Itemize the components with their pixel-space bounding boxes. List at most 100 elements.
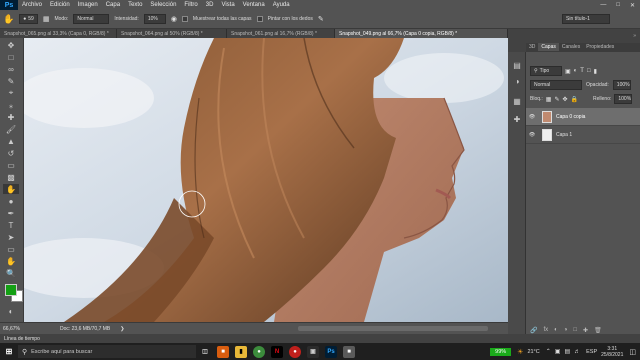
- menu-3d[interactable]: 3D: [202, 2, 218, 8]
- smudge-tool-icon[interactable]: ✋: [3, 14, 14, 25]
- shape-tool-icon[interactable]: ▭: [3, 244, 19, 254]
- link-layers-icon[interactable]: 🔗: [530, 327, 537, 334]
- tools-preset-icon[interactable]: ✚: [509, 114, 525, 124]
- task-view-icon[interactable]: ◫: [199, 346, 211, 358]
- menu-seleccion[interactable]: Selección: [146, 2, 180, 8]
- horizontal-scrollbar[interactable]: [298, 326, 488, 331]
- menu-edicion[interactable]: Edición: [46, 2, 74, 8]
- quick-selection-tool-icon[interactable]: ✎: [3, 76, 19, 86]
- mode-select[interactable]: Normal: [73, 14, 110, 24]
- notifications-icon[interactable]: ◫: [629, 348, 636, 356]
- adjustments-panel-icon[interactable]: ◑: [509, 76, 525, 86]
- camera-icon[interactable]: ▣: [555, 348, 561, 355]
- brush-panel-icon[interactable]: ▦: [43, 15, 50, 23]
- lasso-tool-icon[interactable]: ∞: [3, 64, 19, 74]
- filter-smart-icon[interactable]: ▮: [594, 68, 597, 75]
- intensity-field[interactable]: 10%: [143, 14, 166, 24]
- temperature[interactable]: 21°C: [527, 349, 539, 355]
- chevron-up-icon[interactable]: ⌃: [546, 348, 551, 355]
- smudge-tool-icon[interactable]: ✋: [3, 184, 19, 194]
- layer-row-capa0-copia[interactable]: 👁 Capa 0 copia: [526, 108, 640, 126]
- fx-icon[interactable]: fx: [543, 327, 548, 334]
- tab-canales[interactable]: Canales: [559, 43, 583, 51]
- maximize-icon[interactable]: □: [611, 2, 625, 8]
- network-icon[interactable]: ▤: [564, 348, 570, 355]
- tab-3d[interactable]: 3D: [526, 43, 538, 51]
- eye-icon[interactable]: 👁: [526, 114, 538, 120]
- new-layer-icon[interactable]: ✚: [583, 327, 588, 334]
- blend-mode-select[interactable]: Normal: [530, 80, 582, 90]
- filter-adjust-icon[interactable]: ◐: [574, 68, 578, 74]
- hand-tool-icon[interactable]: ✋: [3, 256, 19, 266]
- group-icon[interactable]: □: [573, 327, 577, 334]
- crop-tool-icon[interactable]: ⌖: [3, 88, 19, 98]
- history-brush-tool-icon[interactable]: ↺: [3, 148, 19, 158]
- menu-archivo[interactable]: Archivo: [18, 2, 46, 8]
- tab-snapshot-064[interactable]: Snapshot_064.png al 50% (RGB/8) *: [117, 29, 227, 38]
- lock-transparency-icon[interactable]: ▦: [546, 96, 552, 103]
- photoshop-taskbar-icon[interactable]: Ps: [325, 345, 337, 358]
- close-icon[interactable]: ✕: [625, 2, 640, 9]
- opacity-field[interactable]: 100%: [612, 80, 631, 90]
- filter-type-icon[interactable]: T: [580, 68, 584, 74]
- chrome-icon[interactable]: ●: [253, 345, 265, 358]
- marquee-tool-icon[interactable]: □: [3, 52, 19, 62]
- swatches-panel-icon[interactable]: ▦: [509, 96, 525, 106]
- clock[interactable]: 3:31 25/8/2021: [601, 346, 623, 358]
- tab-snapshot-065[interactable]: Snapshot_065.png al 33,3% (Capa 0, RGB/8…: [0, 29, 117, 38]
- pen-tool-icon[interactable]: ✒: [3, 208, 19, 218]
- eraser-tool-icon[interactable]: ▭: [3, 160, 19, 170]
- brush-preset-picker[interactable]: ● 59: [19, 14, 38, 24]
- finger-paint-checkbox[interactable]: [256, 16, 263, 22]
- brush-tool-icon[interactable]: 🖌: [3, 124, 19, 134]
- tab-propiedades[interactable]: Propiedades: [583, 43, 617, 51]
- tab-snapshot-049[interactable]: Snapshot_049.png al 66,7% (Capa 0 copia,…: [335, 29, 508, 38]
- menu-filtro[interactable]: Filtro: [180, 2, 201, 8]
- weather-icon[interactable]: ☀: [517, 348, 523, 356]
- adjustment-layer-icon[interactable]: ◑: [564, 327, 568, 334]
- tab-capas[interactable]: Capas: [538, 43, 559, 51]
- trash-icon[interactable]: 🗑: [594, 327, 602, 334]
- search-box[interactable]: ⚲ Escribe aquí para buscar: [18, 345, 196, 358]
- zoom-tool-icon[interactable]: 🔍: [3, 268, 19, 278]
- menu-texto[interactable]: Texto: [124, 2, 146, 8]
- record-app-icon[interactable]: ●: [289, 345, 301, 358]
- lock-all-icon[interactable]: 🔒: [571, 96, 578, 103]
- type-tool-icon[interactable]: T: [3, 220, 19, 230]
- gradient-tool-icon[interactable]: ▩: [3, 172, 19, 182]
- healing-brush-tool-icon[interactable]: ✚: [3, 112, 19, 122]
- photoshop-logo[interactable]: Ps: [0, 0, 18, 10]
- document-canvas[interactable]: [24, 38, 508, 322]
- mask-icon[interactable]: ◐: [554, 327, 558, 334]
- lock-move-icon[interactable]: ✥: [563, 96, 568, 103]
- path-selection-tool-icon[interactable]: ➤: [3, 232, 19, 242]
- pressure-size-icon[interactable]: ◉: [171, 15, 177, 23]
- photos-app-icon[interactable]: ■: [217, 345, 229, 358]
- collapse-icon[interactable]: »: [633, 33, 636, 39]
- volume-icon[interactable]: ♬: [574, 349, 580, 355]
- clone-stamp-tool-icon[interactable]: ▲: [3, 136, 19, 146]
- move-tool-icon[interactable]: ✥: [3, 40, 19, 50]
- app-icon[interactable]: ▣: [307, 345, 319, 358]
- menu-ventana[interactable]: Ventana: [239, 2, 269, 8]
- zoom-level[interactable]: 66,67%: [3, 326, 20, 332]
- windows-start-icon[interactable]: ⊞: [3, 346, 15, 358]
- eyedropper-tool-icon[interactable]: ⁎: [3, 100, 19, 110]
- language-indicator[interactable]: ESP: [586, 349, 597, 355]
- status-arrow-icon[interactable]: ❯: [120, 326, 124, 332]
- tab-snapshot-061[interactable]: Snapshot_061.png al 16,7% (RGB/8) *: [227, 29, 335, 38]
- eye-icon[interactable]: 👁: [526, 132, 538, 138]
- quick-mask-icon[interactable]: ◐: [3, 306, 19, 316]
- netflix-icon[interactable]: N: [271, 345, 283, 358]
- battery-indicator[interactable]: 99%: [490, 347, 512, 356]
- lock-brush-icon[interactable]: ✎: [554, 96, 559, 103]
- sample-all-checkbox[interactable]: [181, 16, 188, 22]
- file-explorer-icon[interactable]: ▮: [235, 345, 247, 358]
- filter-shape-icon[interactable]: □: [587, 68, 591, 74]
- minimize-icon[interactable]: —: [595, 2, 611, 8]
- fill-field[interactable]: 100%: [614, 94, 633, 104]
- pressure-icon[interactable]: ✎: [318, 15, 324, 23]
- menu-capa[interactable]: Capa: [102, 2, 124, 8]
- menu-ayuda[interactable]: Ayuda: [269, 2, 294, 8]
- menu-vista[interactable]: Vista: [217, 2, 238, 8]
